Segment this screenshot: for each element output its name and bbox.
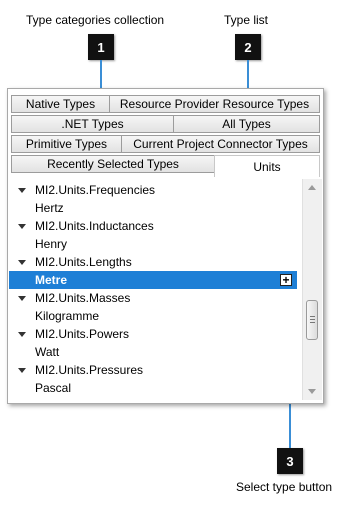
type-item-pascal[interactable]: Pascal <box>9 379 297 397</box>
type-group-label: MI2.Units.Inductances <box>35 219 154 233</box>
type-group-label: MI2.Units.Frequencies <box>35 183 156 197</box>
type-group-inductances[interactable]: MI2.Units.Inductances <box>9 217 297 235</box>
type-item-henry[interactable]: Henry <box>9 235 297 253</box>
type-item-metre[interactable]: Metre + <box>9 271 297 289</box>
type-picker-panel: Native Types Resource Provider Resource … <box>7 88 324 404</box>
tab-resource-provider-resource-types[interactable]: Resource Provider Resource Types <box>109 95 320 113</box>
type-list[interactable]: MI2.Units.Frequencies Hertz MI2.Units.In… <box>9 179 297 400</box>
type-group-label: MI2.Units.Pressures <box>35 363 144 377</box>
expand-arrow-icon[interactable] <box>18 331 26 337</box>
tab-primitive-types[interactable]: Primitive Types <box>11 135 122 153</box>
expand-arrow-icon[interactable] <box>18 259 26 265</box>
tab-all-types[interactable]: All Types <box>173 115 320 133</box>
type-group-masses[interactable]: MI2.Units.Masses <box>9 289 297 307</box>
tab-units[interactable]: Units <box>214 155 320 177</box>
callout-label-type-categories: Type categories collection <box>26 13 165 27</box>
grip-line <box>310 319 315 320</box>
type-item-label: Metre <box>35 273 68 287</box>
scroll-thumb[interactable] <box>306 300 318 340</box>
callout-badge-2: 2 <box>235 34 261 60</box>
type-item-kilogramme[interactable]: Kilogramme <box>9 307 297 325</box>
vertical-scrollbar[interactable] <box>302 179 322 400</box>
select-type-button[interactable]: + <box>280 274 292 286</box>
tab-native-types[interactable]: Native Types <box>11 95 110 113</box>
callout-label-type-list: Type list <box>224 13 269 27</box>
type-group-label: MI2.Units.Masses <box>35 291 131 305</box>
tab-recently-selected-types[interactable]: Recently Selected Types <box>11 155 215 173</box>
grip-line <box>310 322 315 323</box>
type-group-label: MI2.Units.Lengths <box>35 255 132 269</box>
type-group-powers[interactable]: MI2.Units.Powers <box>9 325 297 343</box>
scroll-up-arrow-icon[interactable] <box>308 185 316 190</box>
tab-current-project-connector-types[interactable]: Current Project Connector Types <box>121 135 320 153</box>
scroll-down-arrow-icon[interactable] <box>308 389 316 394</box>
callout-badge-3: 3 <box>277 448 303 474</box>
callout-badge-1: 1 <box>88 34 114 60</box>
type-item-watt[interactable]: Watt <box>9 343 297 361</box>
expand-arrow-icon[interactable] <box>18 295 26 301</box>
tab-net-types[interactable]: .NET Types <box>11 115 174 133</box>
grip-line <box>310 316 315 317</box>
callout-label-select-type-button: Select type button <box>236 480 333 494</box>
expand-arrow-icon[interactable] <box>18 187 26 193</box>
type-group-pressures[interactable]: MI2.Units.Pressures <box>9 361 297 379</box>
type-group-frequencies[interactable]: MI2.Units.Frequencies <box>9 181 297 199</box>
type-item-hertz[interactable]: Hertz <box>9 199 297 217</box>
expand-arrow-icon[interactable] <box>18 223 26 229</box>
type-group-label: MI2.Units.Powers <box>35 327 130 341</box>
type-group-lengths[interactable]: MI2.Units.Lengths <box>9 253 297 271</box>
expand-arrow-icon[interactable] <box>18 367 26 373</box>
